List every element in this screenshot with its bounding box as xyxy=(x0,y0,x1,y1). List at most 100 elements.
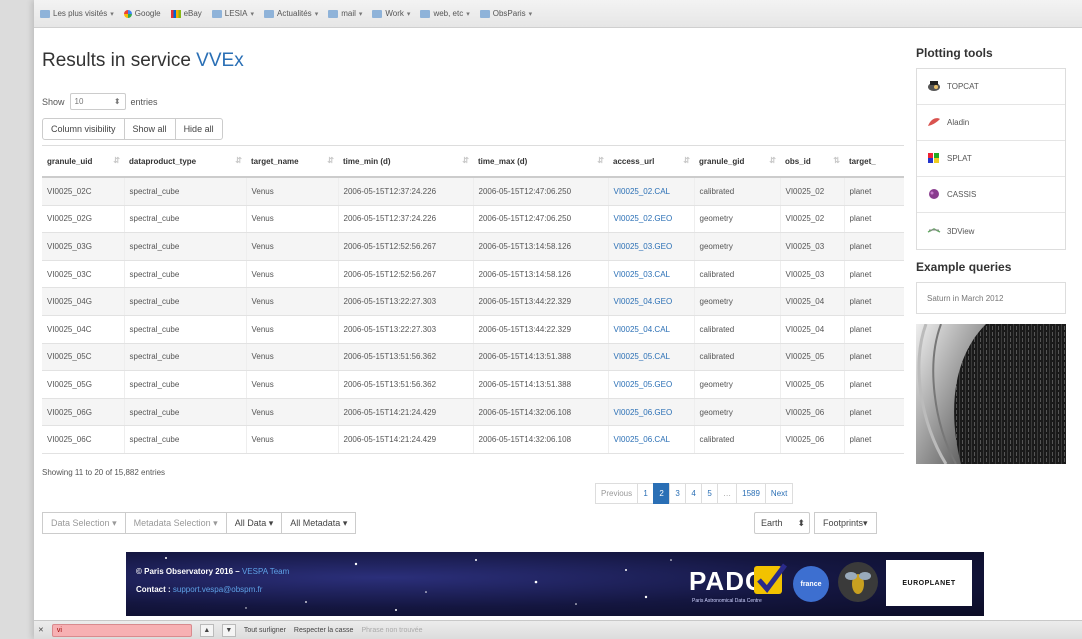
plotting-tool-cassis[interactable]: CASSIS xyxy=(917,177,1065,213)
access-url-link[interactable]: VI0025_03.CAL xyxy=(607,260,694,289)
access-url-link[interactable]: VI0025_02.CAL xyxy=(607,177,694,206)
page-button[interactable]: 5 xyxy=(701,483,719,504)
next-page-button[interactable]: Next xyxy=(764,483,794,504)
column-header[interactable]: dataproduct_type ⇵ xyxy=(124,145,246,178)
metadata-selection-dropdown[interactable]: Metadata Selection ▾ xyxy=(124,512,227,534)
saturn-image xyxy=(916,324,1066,464)
column-header[interactable]: obs_id ⇅ xyxy=(780,145,844,178)
table-row[interactable]: VI0025_05G spectral_cube Venus 2006-05-15T1… xyxy=(42,370,904,399)
column-header[interactable]: time_min (d) ⇵ xyxy=(338,145,473,178)
vespa-team-link[interactable]: VESPA Team xyxy=(242,567,289,576)
table-cell: 2006-05-15T12:52:56.267 xyxy=(337,260,473,289)
service-name-link[interactable]: VVEx xyxy=(196,50,244,71)
find-next-button[interactable]: ▼ xyxy=(221,623,236,637)
contact-email-link[interactable]: support.vespa@obspm.fr xyxy=(173,585,263,594)
column-header-label: time_min (d) xyxy=(343,156,391,166)
table-row[interactable]: VI0025_03C spectral_cube Venus 2006-05-15T1… xyxy=(42,260,904,289)
splat-icon xyxy=(927,152,941,166)
europlanet-logo[interactable]: EUROPLANET xyxy=(886,560,972,606)
plotting-tool-label: CASSIS xyxy=(947,190,977,199)
table-row[interactable]: VI0025_02G spectral_cube Venus 2006-05-15T1… xyxy=(42,205,904,234)
access-url-link[interactable]: VI0025_02.GEO xyxy=(607,205,694,234)
column-header[interactable]: granule_uid ⇵ xyxy=(42,145,124,178)
page-button[interactable]: 4 xyxy=(685,483,703,504)
column-header[interactable]: target_ xyxy=(844,145,904,178)
access-url-link[interactable]: VI0025_04.GEO xyxy=(607,287,694,316)
highlight-all-button[interactable]: Tout surligner xyxy=(244,627,286,634)
column-header[interactable]: granule_gid ⇵ xyxy=(694,145,780,178)
all-metadata-label: All Metadata xyxy=(290,518,341,528)
vo-check-logo[interactable] xyxy=(752,562,788,598)
page-button[interactable]: 3 xyxy=(669,483,687,504)
plotting-tools-list: TOPCAT Aladin SPLAT CASSIS 3DView xyxy=(916,68,1066,250)
match-case-button[interactable]: Respecter la casse xyxy=(294,627,354,634)
table-row[interactable]: VI0025_06C spectral_cube Venus 2006-05-15T1… xyxy=(42,425,904,454)
bookmark-item[interactable]: ObsParis ▾ xyxy=(479,9,532,18)
chevron-down-icon: ▼ xyxy=(225,626,233,634)
table-cell: spectral_cube xyxy=(123,315,246,344)
column-header[interactable]: access_url ⇵ xyxy=(608,145,694,178)
table-cell: VI0025_02C xyxy=(42,177,124,206)
access-url-link[interactable]: VI0025_05.CAL xyxy=(607,343,694,372)
bookmark-label: ObsParis xyxy=(492,9,526,18)
padc-subtitle: Paris Astronomical Data Centre xyxy=(692,598,762,604)
page-button[interactable]: 1589 xyxy=(736,483,766,504)
find-previous-button[interactable]: ▲ xyxy=(199,623,214,637)
france-logo[interactable]: france xyxy=(793,566,829,602)
find-status: Phrase non trouvée xyxy=(361,626,423,634)
table-row[interactable]: VI0025_05C spectral_cube Venus 2006-05-15T1… xyxy=(42,343,904,372)
data-selection-dropdown[interactable]: Data Selection ▾ xyxy=(42,512,126,534)
bookmark-item[interactable]: Actualités ▾ xyxy=(264,9,318,18)
fly-logo[interactable] xyxy=(838,562,878,602)
access-url-link[interactable]: VI0025_04.CAL xyxy=(607,315,694,344)
all-metadata-dropdown[interactable]: All Metadata ▾ xyxy=(281,512,357,534)
column-header[interactable]: time_max (d) ⇵ xyxy=(473,145,608,178)
page-button[interactable]: 2 xyxy=(653,483,671,504)
find-input[interactable]: vi xyxy=(51,623,192,637)
table-row[interactable]: VI0025_04G spectral_cube Venus 2006-05-15T1… xyxy=(42,287,904,316)
page-button[interactable]: 1 xyxy=(637,483,655,504)
bookmark-item[interactable]: Les plus visités ▾ xyxy=(40,9,114,18)
table-row[interactable]: VI0025_03G spectral_cube Venus 2006-05-15T1… xyxy=(42,232,904,261)
bookmark-label: Les plus visités xyxy=(53,9,108,18)
plotting-tool-splat[interactable]: SPLAT xyxy=(917,141,1065,177)
example-query-item[interactable]: Saturn in March 2012 xyxy=(916,282,1066,314)
hide-all-button[interactable]: Hide all xyxy=(174,118,223,140)
table-row[interactable]: VI0025_02C spectral_cube Venus 2006-05-15T1… xyxy=(42,177,904,206)
plotting-tool-topcat[interactable]: TOPCAT xyxy=(917,69,1065,105)
bookmark-item[interactable]: LESIA ▾ xyxy=(211,9,254,18)
plotting-tool-3dview[interactable]: 3DView xyxy=(917,213,1065,249)
table-cell: 2006-05-15T13:22:27.303 xyxy=(337,315,473,344)
access-url-link[interactable]: VI0025_06.GEO xyxy=(607,398,694,427)
previous-page-button[interactable]: Previous xyxy=(595,483,639,504)
table-cell: planet xyxy=(843,287,904,316)
title-prefix: Results in service xyxy=(42,50,191,71)
show-all-button[interactable]: Show all xyxy=(123,118,176,140)
table-header-row: granule_uid ⇵ dataproduct_type ⇵ target_name… xyxy=(42,145,904,178)
table-cell: planet xyxy=(843,370,904,399)
bookmark-item[interactable]: eBay xyxy=(170,9,202,18)
all-data-dropdown[interactable]: All Data ▾ xyxy=(225,512,283,534)
access-url-link[interactable]: VI0025_05.GEO xyxy=(607,370,694,399)
plotting-tool-aladin[interactable]: Aladin xyxy=(917,105,1065,141)
column-visibility-button[interactable]: Column visibility xyxy=(42,118,125,140)
close-icon[interactable]: ✕ xyxy=(38,626,44,634)
entries-per-page-select[interactable]: 10 ⬍ xyxy=(69,93,126,110)
bookmark-item[interactable]: web, etc ▾ xyxy=(420,9,470,18)
bookmark-item[interactable]: mail ▾ xyxy=(328,9,362,18)
table-cell: planet xyxy=(843,315,904,344)
map-body-select[interactable]: Earth ⬍ xyxy=(754,512,810,534)
access-url-link[interactable]: VI0025_03.GEO xyxy=(607,232,694,261)
table-cell: 2006-05-15T14:32:06.108 xyxy=(472,398,608,427)
footprints-dropdown[interactable]: Footprints ▾ xyxy=(814,512,877,534)
table-cell: calibrated xyxy=(693,315,780,344)
bookmark-item[interactable]: Work ▾ xyxy=(372,9,410,18)
table-cell: calibrated xyxy=(693,260,780,289)
access-url-link[interactable]: VI0025_06.CAL xyxy=(607,425,694,454)
column-header[interactable]: target_name ⇵ xyxy=(246,145,338,178)
column-header-label: target_ xyxy=(849,156,876,166)
table-row[interactable]: VI0025_06G spectral_cube Venus 2006-05-15T1… xyxy=(42,398,904,427)
bookmark-item[interactable]: Google xyxy=(123,9,161,18)
table-row[interactable]: VI0025_04C spectral_cube Venus 2006-05-15T1… xyxy=(42,315,904,344)
pagination-ellipsis: … xyxy=(717,483,738,504)
